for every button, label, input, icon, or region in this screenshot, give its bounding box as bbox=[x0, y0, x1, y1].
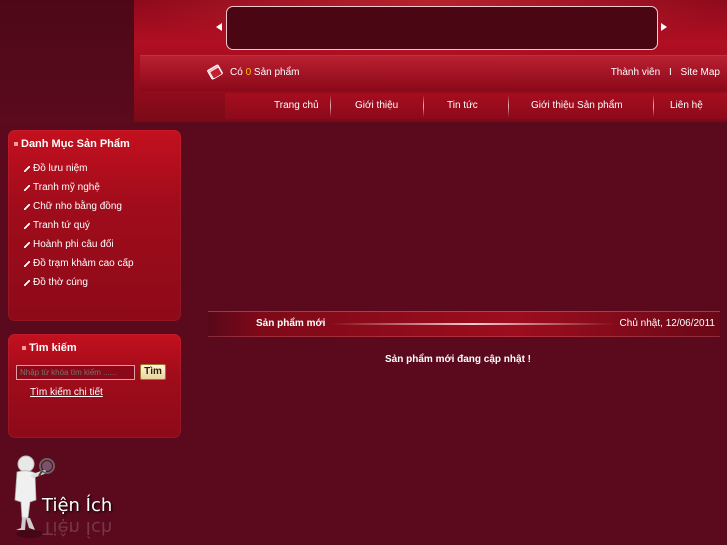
category-label: Đồ thờ cúng bbox=[33, 277, 88, 288]
search-button[interactable]: Tìm bbox=[140, 364, 166, 380]
new-products-title: Sản phẩm mới bbox=[256, 318, 326, 329]
slider-prev-arrow-icon[interactable] bbox=[216, 23, 222, 31]
nav-item-about[interactable]: Giới thiệu bbox=[355, 100, 398, 111]
utilities-title: Tiện Ích bbox=[42, 495, 113, 516]
category-item[interactable]: Hoành phi câu đối bbox=[24, 239, 114, 250]
updating-message: Sản phẩm mới đang cập nhật ! bbox=[385, 354, 532, 365]
cart-status[interactable]: Có 0 Sản phẩm bbox=[230, 67, 300, 78]
current-date: Chủ nhật, 12/06/2011 bbox=[619, 318, 715, 329]
category-item[interactable]: Đồ thờ cúng bbox=[24, 277, 88, 288]
nav-separator bbox=[330, 95, 331, 117]
category-label: Đồ trạm khảm cao cấp bbox=[33, 258, 134, 269]
nav-item-home[interactable]: Trang chủ bbox=[274, 100, 319, 111]
category-label: Tranh mỹ nghệ bbox=[33, 182, 100, 193]
category-label: Đồ lưu niệm bbox=[33, 163, 88, 174]
pencil-icon bbox=[24, 166, 30, 172]
category-item[interactable]: Tranh tứ quý bbox=[24, 220, 90, 231]
new-products-divider bbox=[330, 323, 615, 325]
nav-separator bbox=[508, 95, 509, 117]
sitemap-link[interactable]: Site Map bbox=[681, 67, 720, 78]
nav-separator bbox=[423, 95, 424, 117]
member-links: Thành viên I Site Map bbox=[611, 67, 720, 78]
cart-count: 0 bbox=[245, 67, 252, 78]
pencil-icon bbox=[24, 223, 30, 229]
utilities-title-reflection: Tiện Ích bbox=[42, 517, 113, 538]
pencil-icon bbox=[24, 280, 30, 286]
link-separator: I bbox=[668, 67, 672, 78]
nav-item-news[interactable]: Tin tức bbox=[447, 100, 478, 111]
category-label: Hoành phi câu đối bbox=[33, 239, 114, 250]
pencil-icon bbox=[24, 204, 30, 210]
header-left-background bbox=[0, 0, 135, 122]
cart-suffix: Sản phẩm bbox=[253, 67, 300, 78]
nav-separator bbox=[653, 95, 654, 117]
title-bullet-icon bbox=[22, 346, 26, 351]
category-panel-title: Danh Mục Sản Phẩm bbox=[14, 138, 130, 150]
category-item[interactable]: Tranh mỹ nghệ bbox=[24, 182, 100, 193]
search-input[interactable] bbox=[16, 365, 135, 380]
cart-book-icon[interactable] bbox=[206, 62, 226, 82]
category-title-text: Danh Mục Sản Phẩm bbox=[21, 138, 130, 150]
advanced-search-link[interactable]: Tìm kiếm chi tiết bbox=[30, 387, 103, 398]
category-label: Tranh tứ quý bbox=[33, 220, 90, 231]
cart-prefix: Có bbox=[230, 67, 243, 78]
pencil-icon bbox=[24, 185, 30, 191]
category-item[interactable]: Chữ nho bằng đồng bbox=[24, 201, 122, 212]
nav-item-contact[interactable]: Liên hệ bbox=[670, 100, 703, 111]
pencil-icon bbox=[24, 261, 30, 267]
member-link[interactable]: Thành viên bbox=[611, 67, 660, 78]
nav-item-products[interactable]: Giới thiệu Sản phẩm bbox=[531, 100, 623, 111]
category-label: Chữ nho bằng đồng bbox=[33, 201, 122, 212]
category-item[interactable]: Đồ lưu niệm bbox=[24, 163, 88, 174]
title-bullet-icon bbox=[14, 142, 18, 147]
search-panel-title: Tìm kiếm bbox=[22, 342, 77, 354]
pencil-icon bbox=[24, 242, 30, 248]
slider-next-arrow-icon[interactable] bbox=[661, 23, 667, 31]
search-title-text: Tìm kiếm bbox=[29, 342, 77, 354]
banner-slider bbox=[226, 6, 658, 50]
category-item[interactable]: Đồ trạm khảm cao cấp bbox=[24, 258, 134, 269]
